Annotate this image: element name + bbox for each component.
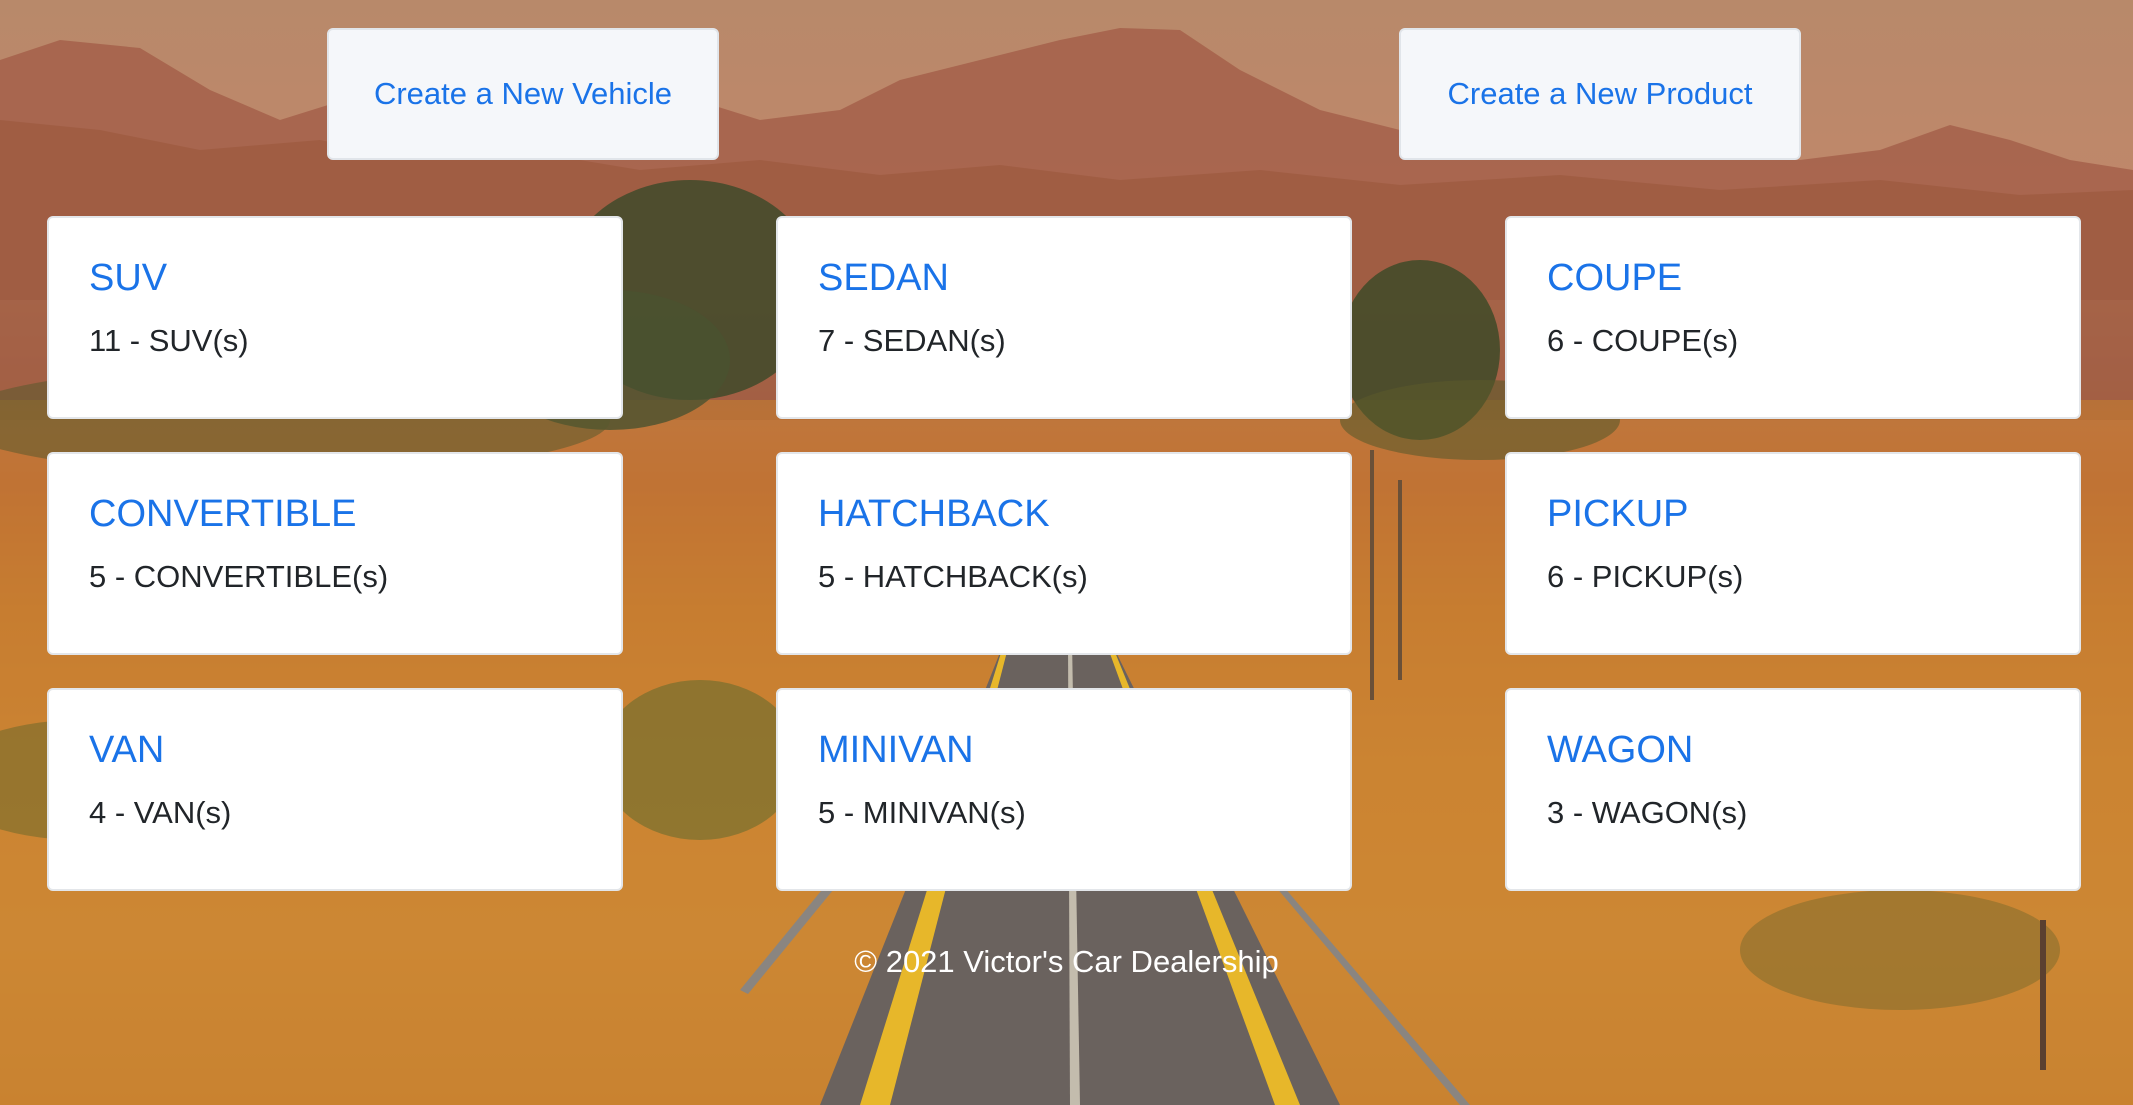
category-count: 6 - PICKUP(s) <box>1547 558 1744 594</box>
category-count: 4 - VAN(s) <box>89 794 232 830</box>
category-card-sedan[interactable]: SEDAN 7 - SEDAN(s) <box>776 216 1352 419</box>
category-title[interactable]: VAN <box>89 729 581 772</box>
category-card-minivan[interactable]: MINIVAN 5 - MINIVAN(s) <box>776 688 1352 891</box>
category-count: 3 - WAGON(s) <box>1547 794 1748 830</box>
category-card-coupe[interactable]: COUPE 6 - COUPE(s) <box>1505 216 2081 419</box>
category-card-hatchback[interactable]: HATCHBACK 5 - HATCHBACK(s) <box>776 452 1352 655</box>
category-title[interactable]: PICKUP <box>1547 493 2039 536</box>
category-count: 6 - COUPE(s) <box>1547 322 1739 358</box>
vehicle-category-grid: SUV 11 - SUV(s) SEDAN 7 - SEDAN(s) COUPE… <box>47 216 2081 891</box>
category-card-wagon[interactable]: WAGON 3 - WAGON(s) <box>1505 688 2081 891</box>
category-title[interactable]: HATCHBACK <box>818 493 1310 536</box>
category-count: 5 - HATCHBACK(s) <box>818 558 1088 594</box>
category-count: 7 - SEDAN(s) <box>818 322 1006 358</box>
footer-copyright: © 2021 Victor's Car Dealership <box>854 944 1279 979</box>
category-card-pickup[interactable]: PICKUP 6 - PICKUP(s) <box>1505 452 2081 655</box>
create-new-vehicle-button[interactable]: Create a New Vehicle <box>327 28 719 160</box>
category-card-convertible[interactable]: CONVERTIBLE 5 - CONVERTIBLE(s) <box>47 452 623 655</box>
category-card-suv[interactable]: SUV 11 - SUV(s) <box>47 216 623 419</box>
category-title[interactable]: SUV <box>89 257 581 300</box>
category-card-van[interactable]: VAN 4 - VAN(s) <box>47 688 623 891</box>
category-count: 5 - MINIVAN(s) <box>818 794 1026 830</box>
category-count: 11 - SUV(s) <box>89 322 249 358</box>
category-title[interactable]: MINIVAN <box>818 729 1310 772</box>
category-title[interactable]: SEDAN <box>818 257 1310 300</box>
category-count: 5 - CONVERTIBLE(s) <box>89 558 389 594</box>
category-title[interactable]: WAGON <box>1547 729 2039 772</box>
category-title[interactable]: CONVERTIBLE <box>89 493 581 536</box>
create-new-product-button[interactable]: Create a New Product <box>1399 28 1801 160</box>
category-title[interactable]: COUPE <box>1547 257 2039 300</box>
